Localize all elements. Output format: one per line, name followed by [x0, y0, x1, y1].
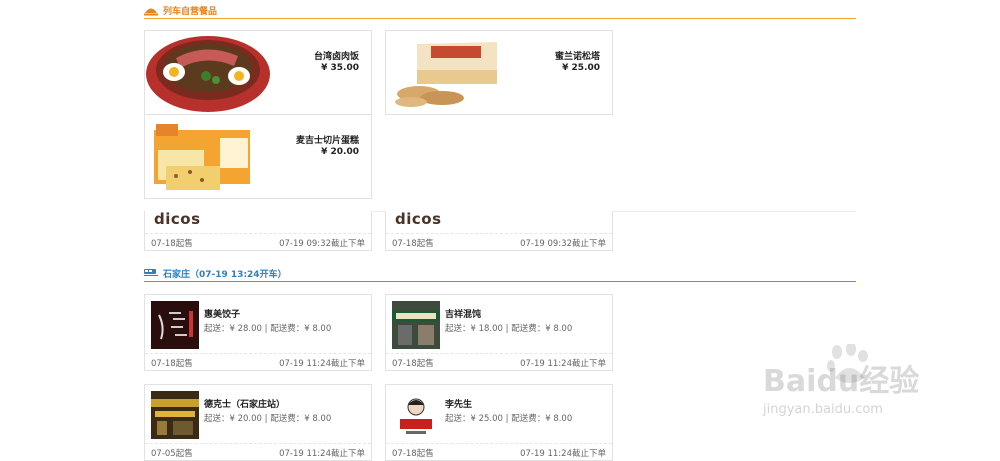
- dicos-card[interactable]: dicos 07-18起售 07-19 09:32截止下单: [144, 210, 372, 251]
- card-footer: 07-18起售 07-19 09:32截止下单: [386, 233, 612, 250]
- product-price: ¥ 35.00: [321, 63, 359, 73]
- section-title: 列车自营餐品: [163, 7, 218, 17]
- shop-thumbnail: [151, 391, 199, 439]
- shop-card[interactable]: 惠美饺子 起送：¥ 28.00 | 配送费：¥ 8.00 07-18起售 07-…: [144, 294, 372, 371]
- shop-card[interactable]: 德克士（石家庄站） 起送：¥ 20.00 | 配送费：¥ 8.00 07-05起…: [144, 384, 372, 461]
- food-icon: [144, 8, 158, 16]
- sale-start: 07-18起售: [151, 239, 193, 249]
- sale-start: 07-05起售: [151, 449, 193, 459]
- order-deadline: 07-19 11:24截止下单: [520, 359, 606, 369]
- shop-name: 吉祥混饨: [445, 310, 482, 320]
- section-divider: [144, 18, 856, 19]
- shop-thumbnail: [392, 301, 440, 349]
- order-deadline: 07-19 09:32截止下单: [279, 239, 365, 249]
- train-icon: [144, 269, 158, 276]
- order-deadline: 07-19 09:32截止下单: [520, 239, 606, 249]
- pine-cone-pastry-image: [395, 42, 497, 107]
- section-header-shijiazhuang: 石家庄（07-19 13:24开车）: [144, 266, 856, 282]
- shop-delivery-info: 起送：¥ 18.00 | 配送费：¥ 8.00: [445, 324, 573, 334]
- dicos-card[interactable]: dicos 07-18起售 07-19 09:32截止下单: [385, 210, 613, 251]
- dicos-logo: dicos: [395, 210, 442, 228]
- product-name: 麦吉士切片蛋糕: [295, 136, 359, 146]
- sale-start: 07-18起售: [151, 359, 193, 369]
- product-price: ¥ 25.00: [562, 63, 600, 73]
- product-name: 台湾卤肉饭: [313, 52, 359, 62]
- sale-start: 07-18起售: [392, 239, 434, 249]
- shop-card[interactable]: 李先生 起送：¥ 25.00 | 配送费：¥ 8.00 07-18起售 07-1…: [385, 384, 613, 461]
- shop-name: 德克士（石家庄站）: [204, 400, 286, 410]
- shop-name: 李先生: [445, 400, 473, 410]
- section-title: 石家庄（07-19 13:24开车）: [163, 270, 287, 280]
- shop-thumbnail: [151, 301, 199, 349]
- card-footer: 07-18起售 07-19 11:24截止下单: [386, 443, 612, 460]
- product-card[interactable]: 麦吉士切片蛋糕 ¥ 20.00: [144, 114, 372, 199]
- shop-delivery-info: 起送：¥ 20.00 | 配送费：¥ 8.00: [204, 414, 332, 424]
- card-footer: 07-05起售 07-19 11:24截止下单: [145, 443, 371, 460]
- braised-pork-rice-image: [146, 36, 270, 112]
- order-deadline: 07-19 11:24截止下单: [279, 449, 365, 459]
- baidu-watermark: Baidu经验 jingyan.baidu.com: [763, 344, 963, 434]
- section-header-train-meals: 列车自营餐品: [144, 3, 856, 19]
- product-name: 蜜兰诺松塔: [554, 52, 600, 62]
- card-footer: 07-18起售 07-19 11:24截止下单: [145, 353, 371, 370]
- card-footer: 07-18起售 07-19 11:24截止下单: [386, 353, 612, 370]
- section-divider: [144, 281, 856, 282]
- sale-start: 07-18起售: [392, 449, 434, 459]
- paw-icon: [827, 344, 868, 383]
- product-card[interactable]: 蜜兰诺松塔 ¥ 25.00: [385, 30, 613, 115]
- card-footer: 07-18起售 07-19 09:32截止下单: [145, 233, 371, 250]
- sale-start: 07-18起售: [392, 359, 434, 369]
- shop-name: 惠美饺子: [204, 310, 241, 320]
- product-card[interactable]: 台湾卤肉饭 ¥ 35.00: [144, 30, 372, 115]
- dicos-logo: dicos: [154, 210, 201, 228]
- shop-delivery-info: 起送：¥ 28.00 | 配送费：¥ 8.00: [204, 324, 332, 334]
- order-deadline: 07-19 11:24截止下单: [279, 359, 365, 369]
- watermark-url: jingyan.baidu.com: [763, 402, 883, 417]
- order-deadline: 07-19 11:24截止下单: [520, 449, 606, 459]
- sliced-cake-image: [154, 124, 250, 190]
- product-price: ¥ 20.00: [321, 147, 359, 157]
- watermark-text: Baidu经验: [763, 364, 920, 399]
- shop-card[interactable]: 吉祥混饨 起送：¥ 18.00 | 配送费：¥ 8.00 07-18起售 07-…: [385, 294, 613, 371]
- shop-delivery-info: 起送：¥ 25.00 | 配送费：¥ 8.00: [445, 414, 573, 424]
- shop-thumbnail: [392, 391, 440, 439]
